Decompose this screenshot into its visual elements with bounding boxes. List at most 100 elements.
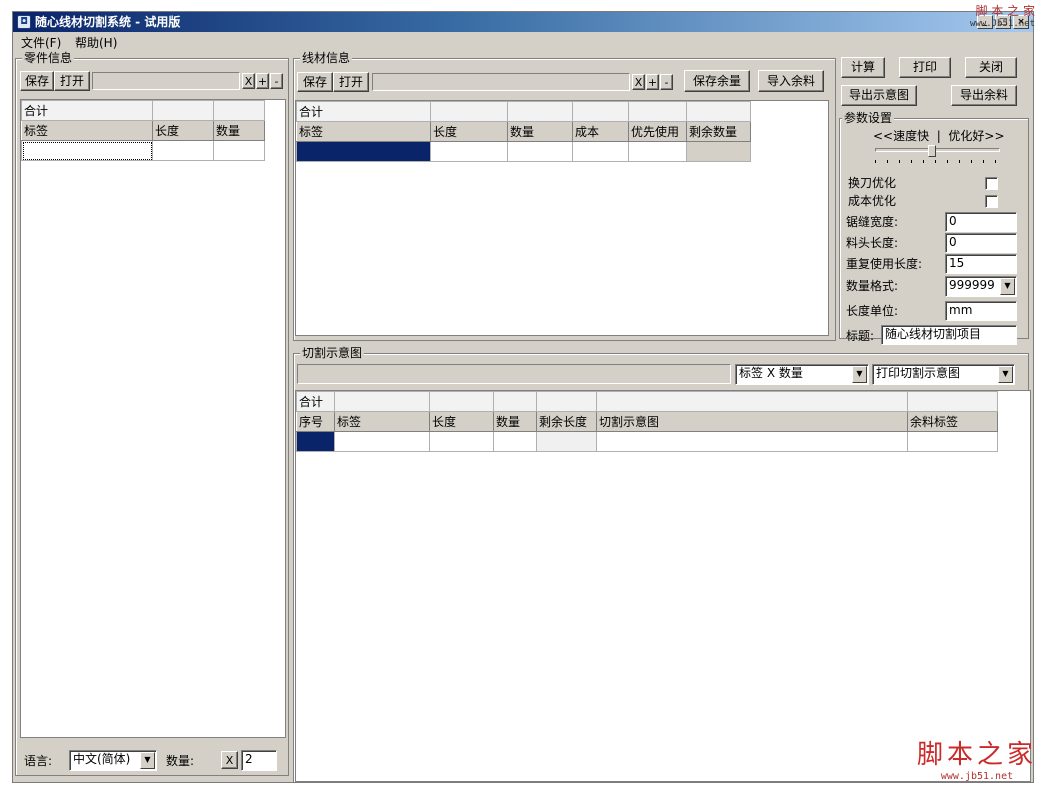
- tool-change-checkbox[interactable]: [985, 177, 998, 190]
- diagram-col-diagram[interactable]: 切割示意图: [596, 411, 908, 432]
- stock-table: 合计 标签 长度 数量 成本 优先使用 剩余数量: [296, 101, 751, 162]
- stock-add-button[interactable]: +: [646, 74, 659, 90]
- stock-open-button[interactable]: 打开: [333, 72, 369, 92]
- chevron-down-icon[interactable]: ▼: [140, 752, 155, 769]
- diagram-col-remnant-label[interactable]: 余料标签: [907, 411, 998, 432]
- calc-button[interactable]: 计算: [841, 57, 885, 78]
- table-cell[interactable]: [152, 140, 214, 161]
- menu-file[interactable]: 文件(F): [21, 34, 61, 51]
- chevron-down-icon[interactable]: ▼: [852, 366, 867, 383]
- print-mode-select[interactable]: 打印切割示意图 ▼: [872, 364, 1015, 385]
- unit-label: 长度单位:: [846, 304, 899, 318]
- reuse-input[interactable]: 15: [945, 254, 1017, 274]
- export-diagram-button[interactable]: 导出示意图: [841, 85, 917, 106]
- parts-path-box: [92, 72, 240, 90]
- table-cell[interactable]: [596, 431, 908, 452]
- stock-col-length[interactable]: 长度: [430, 121, 508, 142]
- stock-col-priority[interactable]: 优先使用: [628, 121, 687, 142]
- table-row[interactable]: [296, 431, 998, 452]
- table-cell[interactable]: [334, 431, 430, 452]
- qty-format-label: 数量格式:: [846, 279, 899, 293]
- diagram-grid[interactable]: 合计 序号 标签 长度 数量 剩余长度 切割示意图 余料标签: [295, 390, 1031, 782]
- label-mode-select[interactable]: 标签 X 数量 ▼: [735, 364, 869, 385]
- chevron-down-icon[interactable]: ▼: [998, 366, 1013, 383]
- parts-header-row: 标签 长度 数量: [21, 120, 265, 141]
- diagram-header-row: 序号 标签 长度 数量 剩余长度 切割示意图 余料标签: [296, 411, 998, 432]
- reuse-value: 15: [949, 256, 965, 270]
- table-row[interactable]: [21, 140, 265, 161]
- parts-remove-button[interactable]: -: [270, 73, 283, 89]
- menu-bar: 文件(F) 帮助(H): [13, 32, 1033, 50]
- qty-x-button[interactable]: X: [221, 751, 238, 769]
- stock-grid[interactable]: 合计 标签 长度 数量 成本 优先使用 剩余数量: [295, 100, 829, 336]
- parts-col-label[interactable]: 标签: [21, 120, 153, 141]
- table-cell[interactable]: [429, 431, 494, 452]
- kerf-input[interactable]: 0: [945, 212, 1017, 232]
- head-input[interactable]: 0: [945, 233, 1017, 253]
- stock-col-label[interactable]: 标签: [296, 121, 431, 142]
- parts-add-button[interactable]: +: [256, 73, 269, 89]
- parts-clear-button[interactable]: X: [242, 73, 255, 89]
- parts-open-button[interactable]: 打开: [54, 71, 90, 91]
- language-label: 语言:: [24, 754, 53, 768]
- table-row[interactable]: [296, 141, 751, 162]
- slider-thumb[interactable]: [928, 145, 936, 157]
- params-panel-title: 参数设置: [842, 110, 895, 126]
- stock-col-cost[interactable]: 成本: [572, 121, 629, 142]
- table-cell[interactable]: [296, 141, 431, 162]
- app-icon: ◘: [17, 15, 31, 29]
- kerf-value: 0: [949, 214, 957, 228]
- menu-help[interactable]: 帮助(H): [75, 34, 117, 51]
- parts-col-length[interactable]: 长度: [152, 120, 214, 141]
- stock-save-button[interactable]: 保存: [297, 72, 333, 92]
- table-cell[interactable]: [21, 140, 153, 161]
- table-cell[interactable]: [213, 140, 265, 161]
- table-cell[interactable]: [628, 141, 687, 162]
- print-button[interactable]: 打印: [899, 57, 951, 78]
- project-title-input[interactable]: 随心线材切割项目: [881, 325, 1017, 345]
- diagram-col-length[interactable]: 长度: [429, 411, 494, 432]
- parts-col-qty[interactable]: 数量: [213, 120, 265, 141]
- qty-input[interactable]: 2: [241, 750, 277, 771]
- parts-total-row: 合计: [21, 100, 265, 121]
- stock-col-remaining[interactable]: 剩余数量: [686, 121, 751, 142]
- diagram-col-qty[interactable]: 数量: [493, 411, 537, 432]
- export-remnant-button[interactable]: 导出余料: [951, 85, 1017, 106]
- table-cell[interactable]: [430, 141, 508, 162]
- table-cell[interactable]: [493, 431, 537, 452]
- table-cell[interactable]: [572, 141, 629, 162]
- stock-remove-button[interactable]: -: [660, 74, 673, 90]
- watermark-top-url: www.Jb51.net: [969, 19, 1035, 29]
- language-select[interactable]: 中文(简体) ▼: [69, 750, 157, 771]
- diagram-panel: 切割示意图 标签 X 数量 ▼ 打印切割示意图 ▼ 合计 序号 标签 长度 数量: [293, 345, 1031, 782]
- stock-clear-button[interactable]: X: [632, 74, 645, 90]
- table-cell[interactable]: [296, 431, 335, 452]
- watermark-top-text: 脚 本 之 家: [975, 4, 1035, 18]
- cost-opt-checkbox[interactable]: [985, 195, 998, 208]
- parts-panel-title: 零件信息: [22, 50, 75, 66]
- table-cell[interactable]: [907, 431, 998, 452]
- parts-grid[interactable]: 合计 标签 长度 数量: [20, 99, 286, 738]
- speed-slider[interactable]: [875, 145, 1000, 167]
- cost-opt-label: 成本优化: [848, 194, 897, 208]
- chevron-down-icon[interactable]: ▼: [1000, 278, 1015, 295]
- table-cell[interactable]: [686, 141, 751, 162]
- slider-ticks: [875, 160, 1000, 163]
- parts-save-button[interactable]: 保存: [20, 71, 54, 91]
- speed-label: <<速度快 | 优化好>>: [873, 129, 1005, 143]
- table-cell[interactable]: [507, 141, 573, 162]
- qty-format-select[interactable]: 999999 ▼: [945, 276, 1017, 297]
- print-mode-value: 打印切割示意图: [876, 366, 961, 380]
- diagram-table: 合计 序号 标签 长度 数量 剩余长度 切割示意图 余料标签: [296, 391, 998, 452]
- qty-label: 数量:: [166, 754, 195, 768]
- save-remnant-button[interactable]: 保存余量: [684, 70, 750, 92]
- diagram-col-remaining[interactable]: 剩余长度: [536, 411, 597, 432]
- table-cell[interactable]: [536, 431, 597, 452]
- diagram-col-label[interactable]: 标签: [334, 411, 430, 432]
- diagram-progress-box: [297, 364, 731, 384]
- diagram-col-index[interactable]: 序号: [296, 411, 335, 432]
- stock-col-qty[interactable]: 数量: [507, 121, 573, 142]
- import-remnant-button[interactable]: 导入余料: [758, 70, 824, 92]
- close-button[interactable]: 关闭: [965, 57, 1017, 78]
- unit-input[interactable]: mm: [945, 301, 1017, 321]
